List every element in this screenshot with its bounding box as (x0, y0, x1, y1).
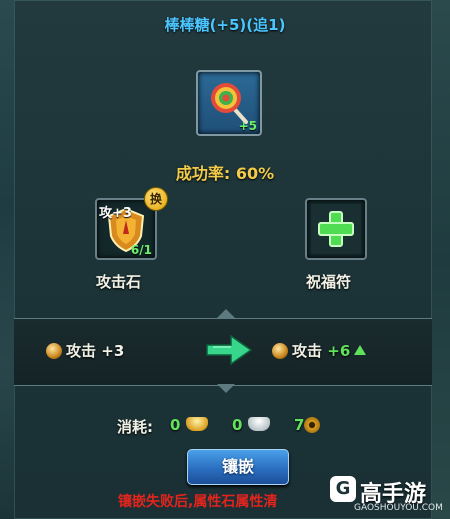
stat-after: 攻击 +6 (272, 340, 367, 361)
success-rate: 成功率: 60% (175, 164, 275, 183)
green-cross-icon (318, 211, 354, 247)
stat-after-name: 攻击 (292, 342, 323, 360)
upgrade-arrow-icon (206, 334, 253, 366)
increase-arrow-icon (354, 345, 367, 355)
stat-before-name: 攻击 (66, 342, 97, 360)
attack-stat-icon (272, 343, 288, 359)
gold-ingot-icon (185, 417, 208, 431)
band-notch (217, 309, 235, 318)
item-bonus: +5 (238, 119, 257, 133)
inlay-button[interactable]: 镶嵌 (187, 449, 289, 485)
gold-cost: 0 (170, 416, 208, 434)
band-notch (217, 384, 235, 393)
coin-cost-value: 7 (294, 416, 305, 434)
attack-stat-icon (46, 343, 62, 359)
swap-badge[interactable]: 换 (144, 187, 168, 211)
item-title: 棒棒糖(+5)(追1) (164, 16, 286, 34)
stat-after-value: +6 (327, 342, 351, 360)
main-item-slot[interactable]: +5 (196, 70, 262, 136)
failure-warning: 镶嵌失败后,属性石属性清 (118, 494, 278, 510)
stat-before-value: +3 (101, 342, 125, 360)
silver-cost: 0 (232, 416, 270, 434)
silver-ingot-icon (247, 417, 270, 431)
stone-count: 6/1 (130, 243, 152, 257)
gaoshouyou-logo: G (330, 476, 356, 502)
coin-cost: 7 (294, 416, 321, 434)
blessing-charm-slot[interactable] (305, 198, 367, 260)
blessing-charm-label: 祝福符 (306, 273, 352, 291)
silver-cost-value: 0 (232, 416, 243, 434)
attack-stone-label: 攻击石 (96, 273, 142, 291)
cost-label: 消耗: (117, 418, 153, 436)
stone-overlay-text: 攻+3 (99, 206, 132, 221)
stat-before: 攻击 +3 (46, 340, 124, 361)
gold-cost-value: 0 (170, 416, 181, 434)
watermark-url: GAOSHOUYOU.COM (354, 503, 443, 513)
coin-icon (304, 417, 321, 433)
